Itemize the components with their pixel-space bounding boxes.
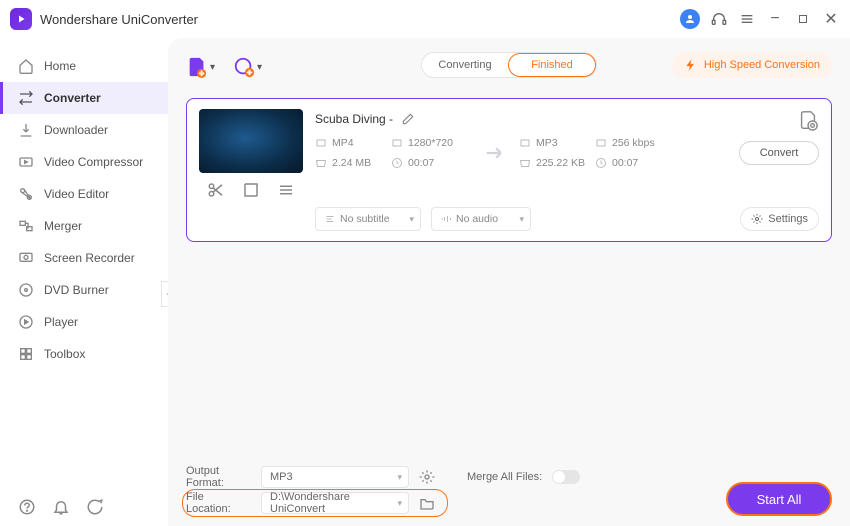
chevron-down-icon: ▾ <box>519 214 524 225</box>
output-format-label: Output Format: <box>186 465 251 489</box>
sidebar-item-label: Player <box>44 315 78 329</box>
subtitle-value: No subtitle <box>340 213 390 225</box>
app-logo <box>10 8 32 30</box>
sidebar-item-label: Home <box>44 59 76 73</box>
sidebar-item-compressor[interactable]: Video Compressor <box>0 146 168 178</box>
file-title: Scuba Diving - <box>315 112 393 126</box>
add-folder-button[interactable]: ▾ <box>233 56 262 78</box>
sidebar-item-home[interactable]: Home <box>0 50 168 82</box>
sidebar-item-player[interactable]: Player <box>0 306 168 338</box>
sidebar-item-recorder[interactable]: Screen Recorder <box>0 242 168 274</box>
help-icon[interactable] <box>18 498 36 516</box>
sidebar-item-editor[interactable]: Video Editor <box>0 178 168 210</box>
add-file-button[interactable]: ▾ <box>186 56 215 78</box>
cut-icon[interactable] <box>207 181 225 199</box>
file-location-label: File Location: <box>186 491 251 515</box>
sidebar-item-converter[interactable]: Converter <box>0 82 168 114</box>
dst-size: 225.22 KB <box>536 157 585 169</box>
sidebar-item-label: Video Editor <box>44 187 109 201</box>
chevron-down-icon: ▾ <box>409 214 414 225</box>
dst-format: MP3 <box>536 137 558 149</box>
tab-finished[interactable]: Finished <box>508 53 596 77</box>
main-panel: ▾ ▾ Converting Finished High Speed Conve… <box>168 38 850 526</box>
subtitle-select[interactable]: No subtitle ▾ <box>315 207 421 231</box>
format-settings-icon[interactable] <box>419 469 435 485</box>
sidebar-item-label: Converter <box>44 91 101 105</box>
feedback-icon[interactable] <box>86 498 104 516</box>
user-avatar[interactable] <box>680 9 700 29</box>
high-speed-button[interactable]: High Speed Conversion <box>672 52 832 78</box>
app-title: Wondershare UniConverter <box>40 12 198 27</box>
sidebar-item-toolbox[interactable]: Toolbox <box>0 338 168 370</box>
arrow-right-icon <box>481 139 509 167</box>
src-size: 2.24 MB <box>332 157 371 169</box>
output-format-select[interactable]: MP3 ▾ <box>261 466 409 488</box>
file-card: Scuba Diving - MP4 2.24 MB 1280*720 00:0… <box>186 98 832 242</box>
sidebar-item-dvd[interactable]: DVD Burner <box>0 274 168 306</box>
dst-bitrate: 256 kbps <box>612 137 655 149</box>
convert-button[interactable]: Convert <box>739 141 819 165</box>
chevron-down-icon: ▾ <box>397 472 402 483</box>
open-folder-icon[interactable] <box>419 495 435 511</box>
src-duration: 00:07 <box>408 157 434 169</box>
settings-label: Settings <box>768 213 808 225</box>
file-location-select[interactable]: D:\Wondershare UniConvert ▾ <box>261 492 409 514</box>
src-resolution: 1280*720 <box>408 137 453 149</box>
hamburger-menu-icon[interactable] <box>738 10 756 28</box>
sidebar-item-label: Downloader <box>44 123 108 137</box>
chevron-down-icon: ▾ <box>210 62 215 73</box>
sidebar: Home Converter Downloader Video Compress… <box>0 38 168 526</box>
sidebar-item-label: Merger <box>44 219 82 233</box>
sidebar-item-label: DVD Burner <box>44 283 109 297</box>
chevron-down-icon: ▾ <box>257 62 262 73</box>
output-format-value: MP3 <box>270 471 293 483</box>
sidebar-item-label: Video Compressor <box>44 155 143 169</box>
merge-label: Merge All Files: <box>467 471 542 483</box>
high-speed-label: High Speed Conversion <box>704 59 820 71</box>
audio-select[interactable]: No audio ▾ <box>431 207 531 231</box>
bell-icon[interactable] <box>52 498 70 516</box>
close-button[interactable]: ✕ <box>822 10 840 28</box>
merge-toggle[interactable] <box>552 470 580 484</box>
dst-duration: 00:07 <box>612 157 638 169</box>
minimize-button[interactable]: − <box>766 10 784 28</box>
sidebar-item-downloader[interactable]: Downloader <box>0 114 168 146</box>
file-settings-button[interactable]: Settings <box>740 207 819 231</box>
video-thumbnail[interactable] <box>199 109 303 173</box>
maximize-button[interactable] <box>794 10 812 28</box>
edit-title-icon[interactable] <box>401 112 415 126</box>
crop-icon[interactable] <box>242 181 260 199</box>
status-tabs: Converting Finished <box>421 52 597 78</box>
src-format: MP4 <box>332 137 354 149</box>
sidebar-item-label: Toolbox <box>44 347 85 361</box>
headset-icon[interactable] <box>710 10 728 28</box>
output-settings-icon[interactable] <box>797 109 819 131</box>
chevron-down-icon: ▾ <box>397 498 402 509</box>
audio-value: No audio <box>456 213 498 225</box>
sidebar-item-label: Screen Recorder <box>44 251 135 265</box>
start-all-button[interactable]: Start All <box>726 482 832 516</box>
title-bar: Wondershare UniConverter − ✕ <box>0 0 850 38</box>
file-location-value: D:\Wondershare UniConvert <box>270 491 388 515</box>
effects-icon[interactable] <box>277 181 295 199</box>
tab-converting[interactable]: Converting <box>422 53 508 77</box>
sidebar-item-merger[interactable]: Merger <box>0 210 168 242</box>
